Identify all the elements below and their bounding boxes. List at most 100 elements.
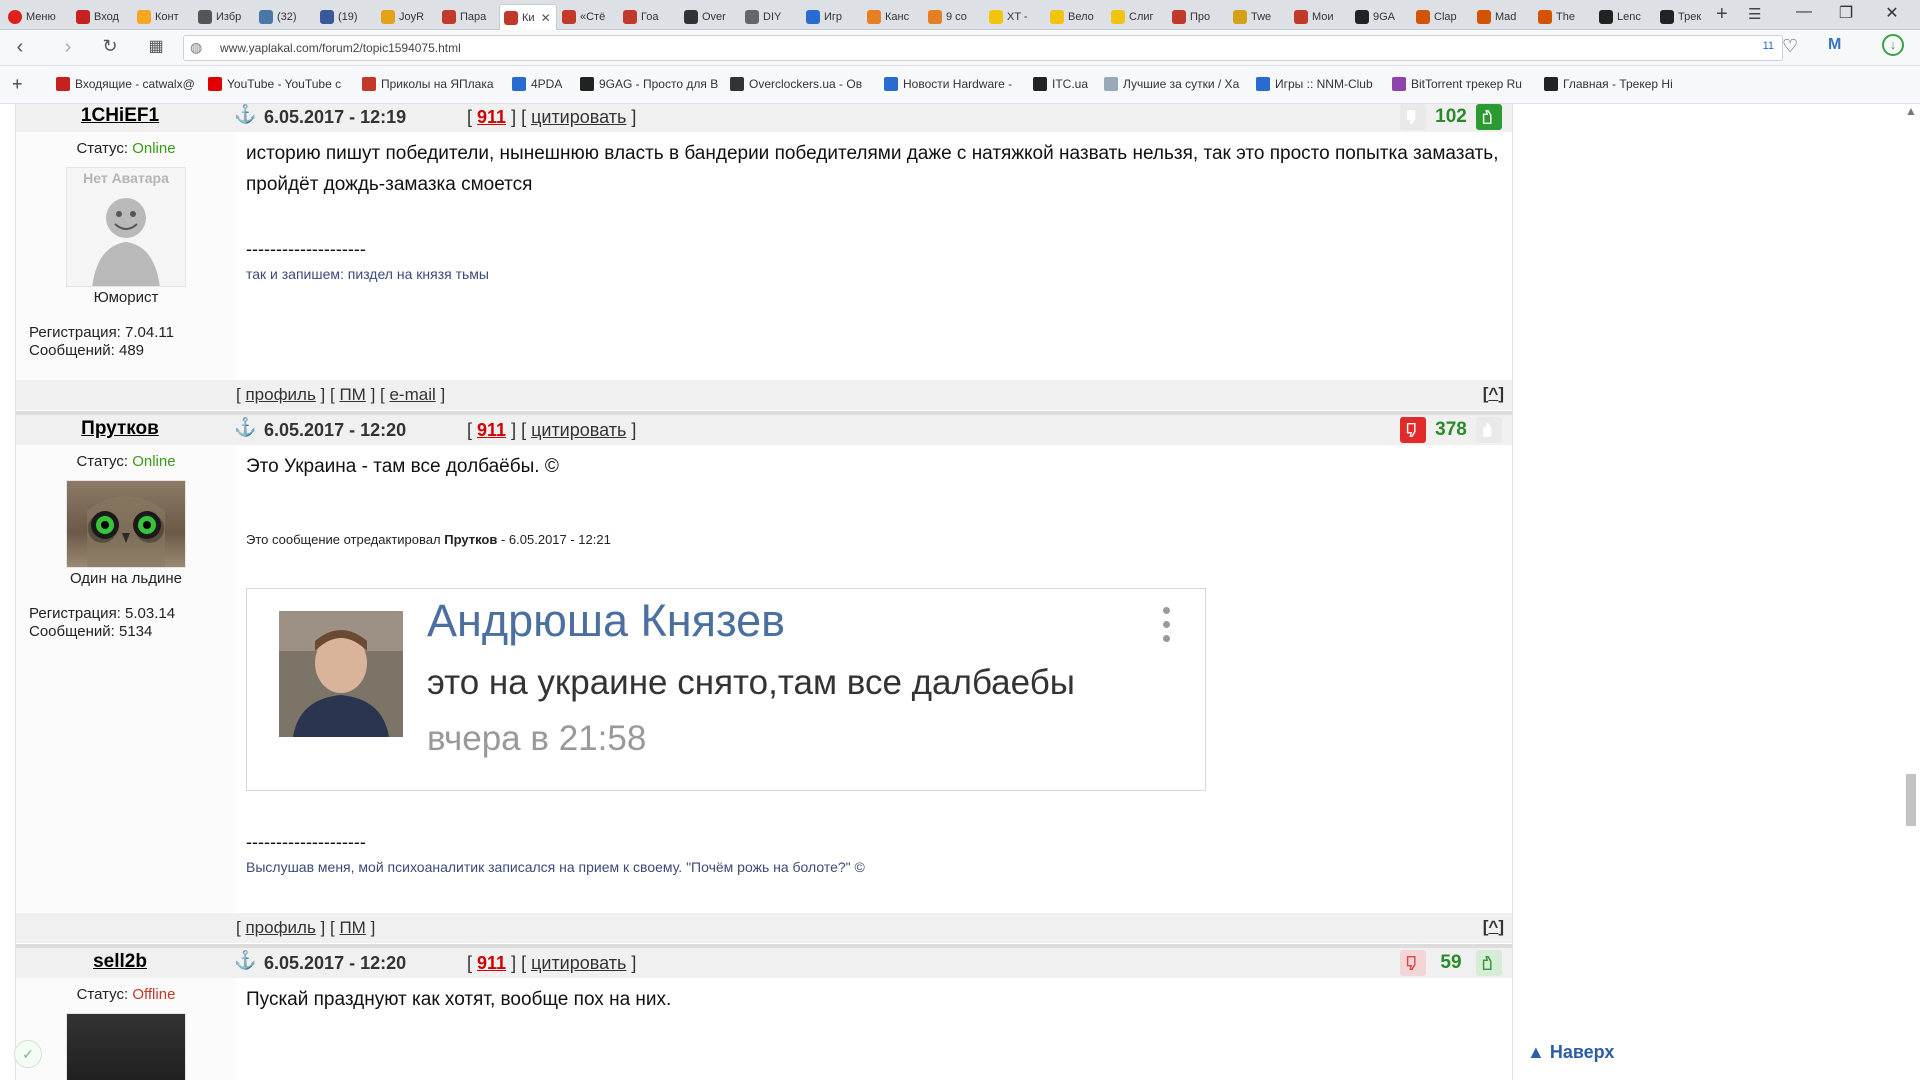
thumb-up-icon[interactable]: [1476, 104, 1502, 130]
profile-link[interactable]: профиль: [245, 918, 315, 937]
post-body: Статус: Online Один на льдине Регистраци…: [16, 445, 1512, 913]
report-911-link[interactable]: 911: [477, 953, 506, 973]
forward-icon[interactable]: ›: [56, 36, 80, 59]
browser-tab[interactable]: Mad: [1473, 4, 1533, 30]
url-field[interactable]: ◍ www.yaplakal.com/forum2/topic1594075.h…: [183, 35, 1783, 61]
browser-tab[interactable]: Канс: [863, 4, 923, 30]
browser-tab[interactable]: Про: [1168, 4, 1228, 30]
back-icon[interactable]: ‹: [8, 36, 32, 59]
adblock-count-badge[interactable]: 11: [1763, 40, 1774, 52]
quote-link[interactable]: цитировать: [531, 107, 626, 127]
browser-tab[interactable]: Over: [680, 4, 740, 30]
minimize-icon[interactable]: —: [1784, 3, 1824, 21]
tab-label: JoyR: [399, 11, 425, 23]
thumb-up-icon[interactable]: [1476, 950, 1502, 976]
bookmark-item[interactable]: YouTube - YouTube с: [208, 77, 341, 91]
bookmark-item[interactable]: ITC.ua: [1033, 77, 1088, 91]
browser-tab[interactable]: Игр: [802, 4, 862, 30]
tab-favicon-icon: [320, 10, 334, 24]
bookmark-item[interactable]: Приколы на ЯПлака: [362, 77, 494, 91]
pm-link[interactable]: ПМ: [339, 385, 365, 404]
quote-link[interactable]: цитировать: [531, 953, 626, 973]
browser-tab[interactable]: Трек: [1656, 4, 1716, 30]
browser-tab[interactable]: 9GA: [1351, 4, 1411, 30]
browser-tab[interactable]: Вход: [72, 4, 132, 30]
browser-tab[interactable]: Ки ✕: [499, 4, 557, 30]
anchor-icon[interactable]: ⚓: [234, 417, 256, 438]
restore-icon[interactable]: ❐: [1826, 3, 1866, 23]
anchor-icon[interactable]: ⚓: [234, 104, 256, 125]
browser-tab[interactable]: Пара: [438, 4, 498, 30]
page-scrollbar[interactable]: ▲: [1902, 104, 1920, 1080]
update-icon[interactable]: ↓: [1882, 34, 1904, 56]
scroll-top-link[interactable]: [^]: [1483, 917, 1504, 937]
mail-icon[interactable]: M: [1828, 36, 1841, 54]
avatar[interactable]: [66, 480, 186, 568]
bookmark-favicon-icon: [56, 77, 70, 91]
browser-tab[interactable]: Вело: [1046, 4, 1106, 30]
thumb-down-icon[interactable]: [1400, 417, 1426, 443]
post-author-link[interactable]: 1CHiEF1: [16, 105, 224, 127]
shield-icon[interactable]: ✓: [14, 1040, 42, 1068]
browser-tab[interactable]: 9 со: [924, 4, 984, 30]
new-tab-icon[interactable]: +: [1716, 3, 1728, 26]
bookmark-item[interactable]: 4PDA: [512, 77, 562, 91]
post-author-link[interactable]: sell2b: [16, 951, 224, 973]
bookmark-item[interactable]: Лучшие за сутки / Ха: [1104, 77, 1239, 91]
browser-tab[interactable]: XT -: [985, 4, 1045, 30]
signature-text: так и запишем: пиздел на князя тьмы: [246, 266, 489, 282]
browser-tab[interactable]: JoyR: [377, 4, 437, 30]
browser-tab[interactable]: Конт: [133, 4, 193, 30]
quote-link[interactable]: цитировать: [531, 420, 626, 440]
profile-link[interactable]: профиль: [245, 385, 315, 404]
close-tab-icon[interactable]: ✕: [541, 11, 551, 25]
browser-tab[interactable]: Clap: [1412, 4, 1472, 30]
speed-dial-icon[interactable]: ▦: [144, 36, 168, 56]
bookmark-heart-icon[interactable]: ♡: [1782, 36, 1798, 57]
scroll-top-link[interactable]: [^]: [1483, 384, 1504, 404]
browser-tab[interactable]: Twe: [1229, 4, 1289, 30]
report-911-link[interactable]: 911: [477, 420, 506, 440]
bookmark-item[interactable]: 9GAG - Просто для В: [580, 77, 718, 91]
bookmark-item[interactable]: Игры :: NNM-Club: [1256, 77, 1373, 91]
browser-tab[interactable]: (19): [316, 4, 376, 30]
bookmark-item[interactable]: Новости Hardware -: [884, 77, 1012, 91]
back-to-top-link[interactable]: ▲ Наверх: [1527, 1042, 1614, 1063]
embedded-comment-image[interactable]: Андрюша Князев это на украине снято,там …: [246, 588, 1206, 791]
browser-tab[interactable]: Избр: [194, 4, 254, 30]
bookmark-item[interactable]: Главная - Трекер Hi: [1544, 77, 1673, 91]
browser-tab[interactable]: Мои: [1290, 4, 1350, 30]
anchor-icon[interactable]: ⚓: [234, 950, 256, 971]
browser-tab[interactable]: DIY: [741, 4, 801, 30]
tab-label: «Стё: [580, 11, 606, 23]
report-911-link[interactable]: 911: [477, 107, 506, 127]
avatar[interactable]: Нет Аватара: [66, 167, 186, 287]
thumb-up-icon[interactable]: [1476, 417, 1502, 443]
scroll-up-icon[interactable]: ▲: [1905, 104, 1917, 118]
browser-tab[interactable]: The: [1534, 4, 1594, 30]
footer-links: [ профиль ] [ ПМ ] [ e-mail ]: [236, 385, 446, 404]
no-avatar-figure-icon: [92, 198, 160, 286]
browser-tab[interactable]: «Стё: [558, 4, 618, 30]
opera-menu-button[interactable]: Меню: [4, 4, 66, 30]
bookmark-item[interactable]: Overclockers.ua - Ов: [730, 77, 862, 91]
close-window-icon[interactable]: ✕: [1872, 3, 1912, 23]
reload-icon[interactable]: ↻: [98, 36, 122, 57]
browser-tab[interactable]: Гоа: [619, 4, 679, 30]
author-rank: Юморист: [93, 289, 159, 306]
bookmark-item[interactable]: Входящие - catwalx@: [56, 77, 195, 91]
thumb-down-icon[interactable]: [1400, 104, 1426, 130]
bookmark-item[interactable]: BitTorrent трекер Ru: [1392, 77, 1522, 91]
browser-tab[interactable]: Слиг: [1107, 4, 1167, 30]
post-author-link[interactable]: Прутков: [16, 418, 224, 440]
pm-link[interactable]: ПМ: [339, 918, 365, 937]
add-bookmark-icon[interactable]: +: [12, 74, 23, 95]
browser-tab[interactable]: Lenc: [1595, 4, 1655, 30]
tab-menu-icon[interactable]: ☰: [1748, 5, 1761, 23]
thumb-down-icon[interactable]: [1400, 950, 1426, 976]
avatar[interactable]: [66, 1013, 186, 1080]
bookmark-label: Overclockers.ua - Ов: [749, 77, 863, 91]
email-link[interactable]: e-mail: [389, 385, 435, 404]
scroll-thumb[interactable]: [1906, 774, 1916, 826]
browser-tab[interactable]: (32): [255, 4, 315, 30]
